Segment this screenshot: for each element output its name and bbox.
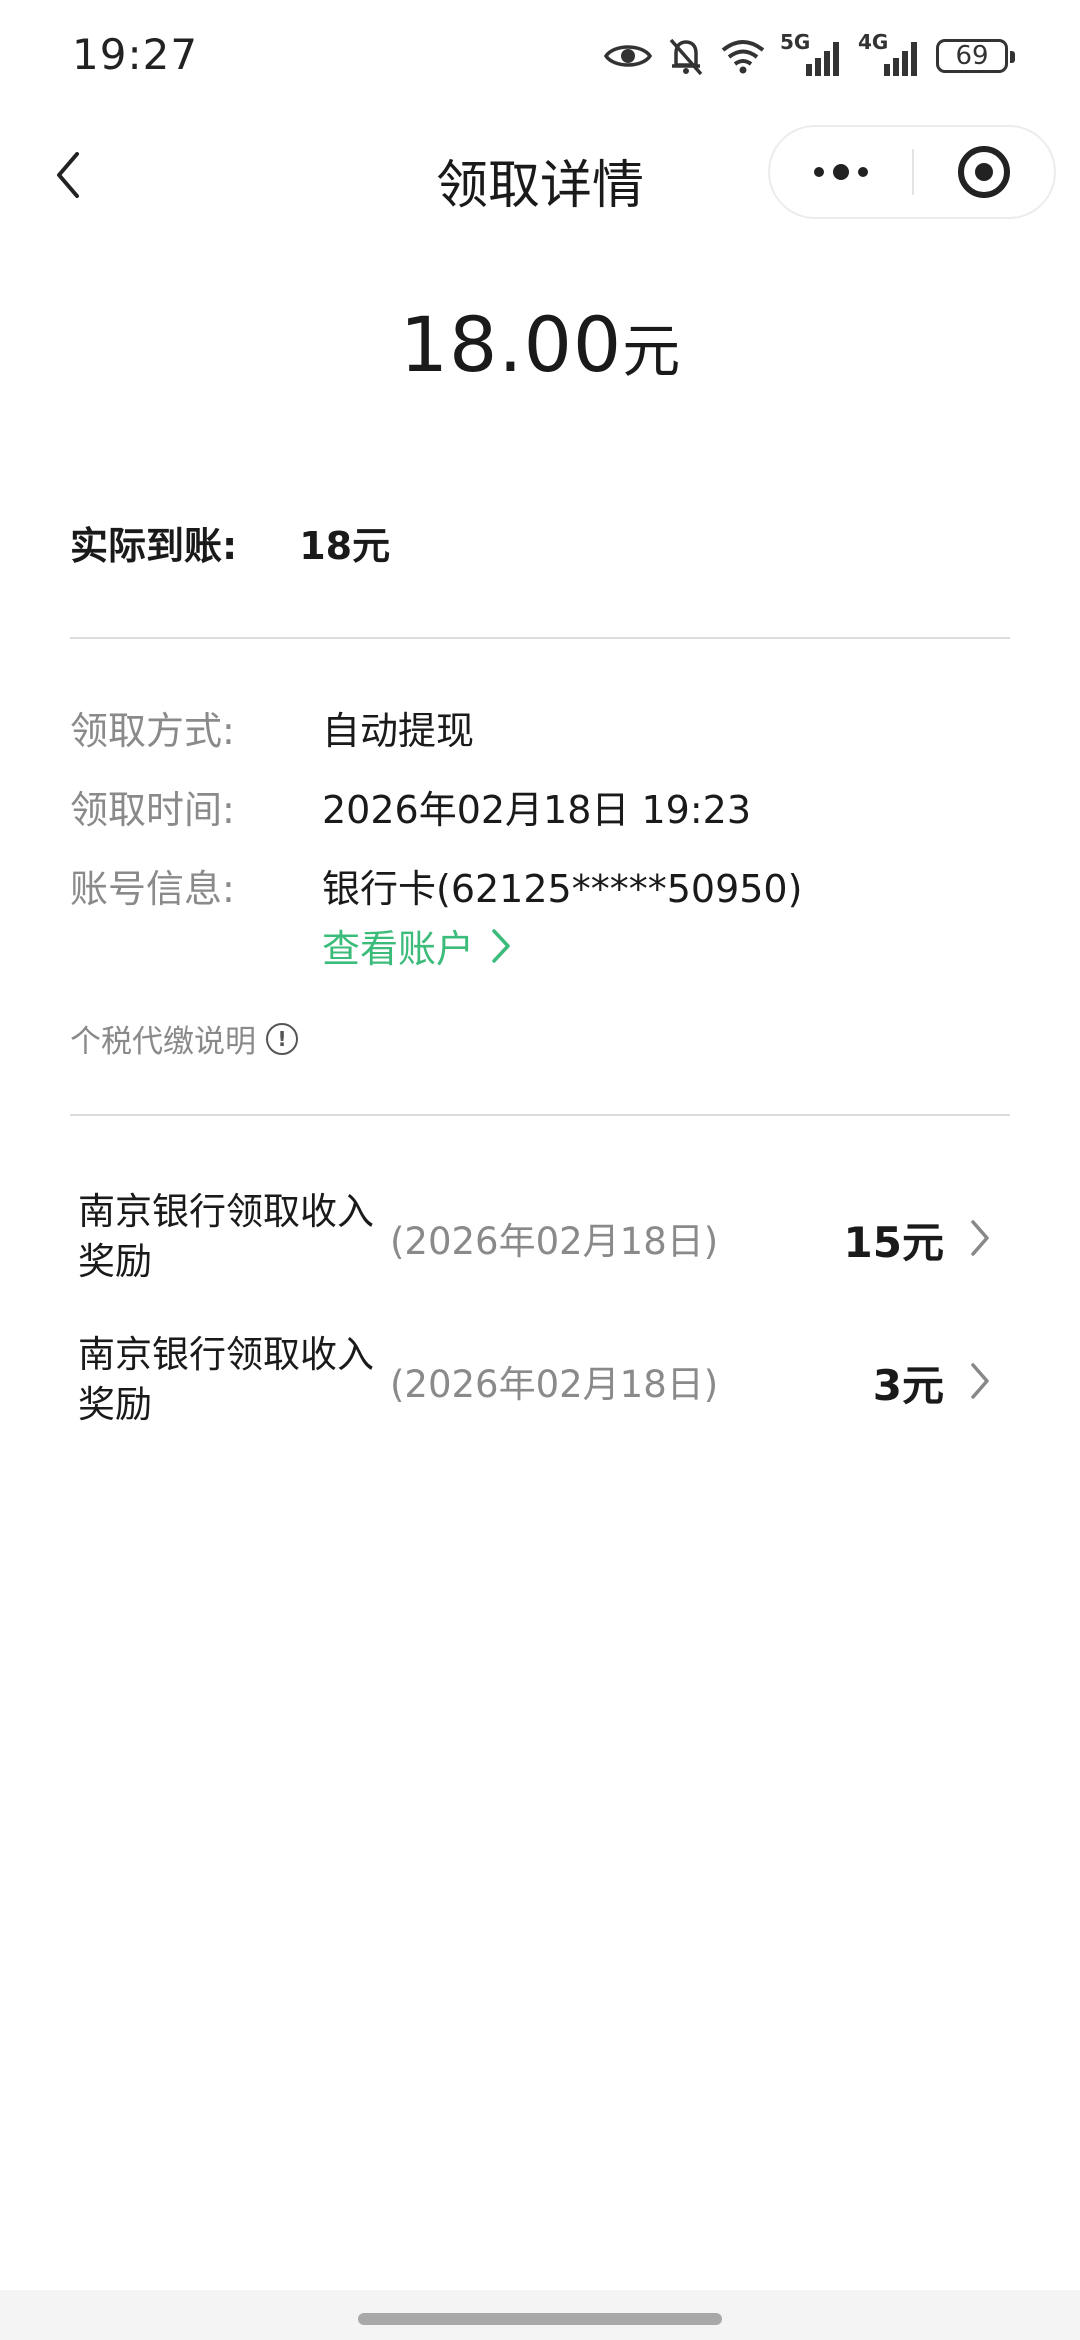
close-button[interactable] bbox=[914, 127, 1054, 217]
tax-note-label: 个税代缴说明 bbox=[70, 1024, 256, 1060]
home-indicator[interactable] bbox=[358, 2313, 722, 2325]
method-label: 领取方式: bbox=[70, 709, 235, 753]
divider bbox=[70, 637, 1010, 639]
status-bar: 19:27 5G 4G 69 bbox=[0, 0, 1080, 115]
eye-icon bbox=[604, 40, 652, 72]
nav-bar: 领取详情 bbox=[0, 115, 1080, 235]
time-row: 领取时间: 2026年02月18日 19:23 bbox=[70, 779, 751, 834]
time-value: 2026年02月18日 19:23 bbox=[322, 788, 752, 832]
income-item[interactable]: 南京银行领取收入奖励 (2026年02月18日) 15元 bbox=[78, 1187, 1008, 1327]
battery-level: 69 bbox=[955, 41, 989, 71]
view-account-label: 查看账户 bbox=[322, 927, 475, 971]
income-amount: 15元 bbox=[843, 1218, 944, 1267]
mini-program-capsule bbox=[768, 125, 1056, 219]
chevron-right-icon bbox=[960, 1356, 1000, 1406]
more-dots-icon bbox=[814, 164, 868, 180]
amount-unit: 元 bbox=[622, 317, 681, 385]
income-item[interactable]: 南京银行领取收入奖励 (2026年02月18日) 3元 bbox=[78, 1330, 1008, 1470]
actual-received-row: 实际到账: 18元 bbox=[70, 515, 390, 570]
amount-display: 18.00元 bbox=[0, 300, 1080, 389]
time-label: 领取时间: bbox=[70, 788, 235, 832]
income-date: (2026年02月18日) bbox=[390, 1220, 719, 1263]
income-title: 南京银行领取收入奖励 bbox=[78, 1190, 374, 1283]
tax-note[interactable]: 个税代缴说明 ! bbox=[70, 1016, 298, 1061]
info-icon: ! bbox=[266, 1022, 298, 1055]
status-time: 19:27 bbox=[72, 30, 199, 79]
method-row: 领取方式: 自动提现 bbox=[70, 700, 474, 755]
status-icons: 5G 4G 69 bbox=[604, 30, 1015, 78]
income-title: 南京银行领取收入奖励 bbox=[78, 1333, 374, 1426]
amount-value: 18.00 bbox=[399, 300, 623, 389]
signal-4g-icon: 4G bbox=[858, 30, 922, 78]
signal-5g-icon: 5G bbox=[780, 30, 844, 78]
battery-icon: 69 bbox=[936, 39, 1015, 73]
page: 19:27 5G 4G 69 领取详情 18.00元 实际到账: 18元 领取方… bbox=[0, 0, 1080, 2340]
account-value: 银行卡(62125*****50950) bbox=[322, 867, 803, 911]
chevron-right-icon bbox=[492, 928, 510, 963]
account-label: 账号信息: bbox=[70, 867, 235, 911]
more-button[interactable] bbox=[770, 127, 912, 217]
divider bbox=[70, 1114, 1010, 1116]
target-close-icon bbox=[958, 146, 1010, 198]
actual-received-value: 18元 bbox=[299, 524, 391, 568]
account-row: 账号信息: 银行卡(62125*****50950) bbox=[70, 858, 802, 913]
income-amount: 3元 bbox=[872, 1361, 944, 1410]
chevron-right-icon bbox=[960, 1213, 1000, 1263]
home-indicator-area bbox=[0, 2290, 1080, 2340]
income-date: (2026年02月18日) bbox=[390, 1363, 719, 1406]
bell-off-icon bbox=[666, 35, 706, 77]
actual-received-label: 实际到账: bbox=[70, 524, 238, 568]
view-account-link[interactable]: 查看账户 bbox=[322, 918, 512, 973]
method-value: 自动提现 bbox=[322, 709, 475, 753]
wifi-icon bbox=[720, 38, 766, 74]
